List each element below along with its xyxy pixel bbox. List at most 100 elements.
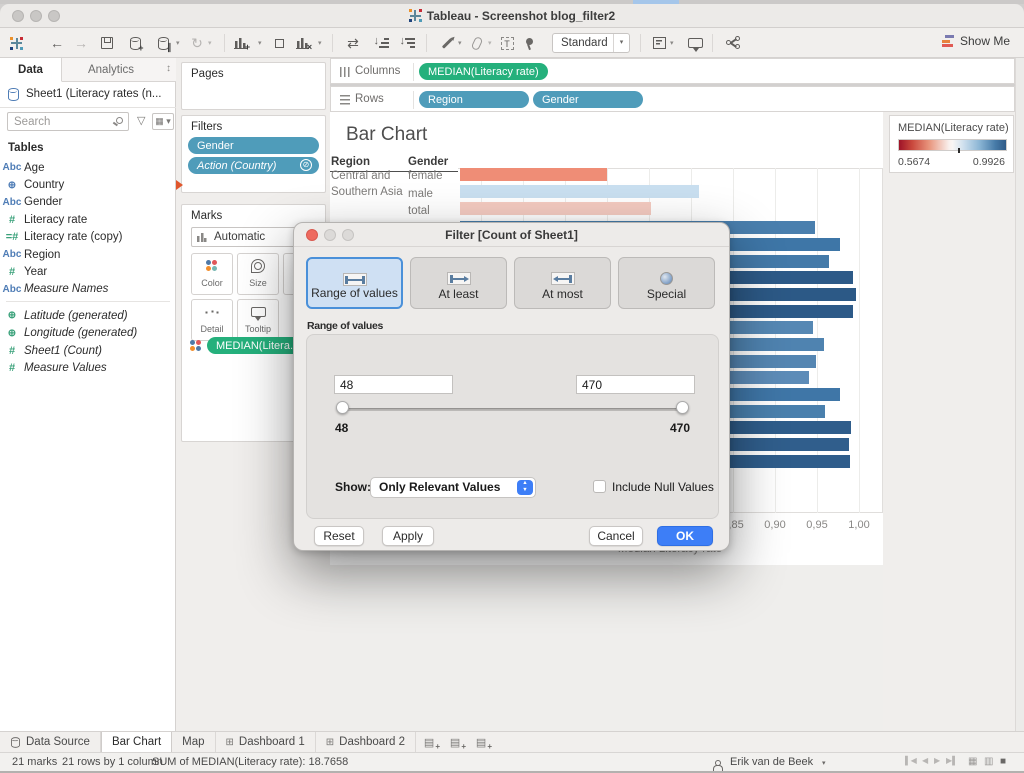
sort-descending-icon[interactable]: ↓	[396, 32, 418, 54]
region-column-header[interactable]: Region	[331, 156, 370, 168]
show-tabs-icon[interactable]: ▦	[968, 756, 977, 767]
refresh-icon[interactable]: ↻	[186, 32, 208, 54]
attachment-caret[interactable]: ▾	[488, 39, 492, 47]
pause-updates-icon[interactable]: ∥	[152, 32, 174, 54]
filter-tab-at-least[interactable]: At least	[410, 257, 507, 309]
show-mark-labels-icon[interactable]	[648, 32, 670, 54]
range-slider-max-handle[interactable]	[676, 401, 689, 414]
bar-mark-Central and Southern Asia-total[interactable]	[460, 202, 651, 215]
field-item[interactable]: #Sheet1 (Count)	[0, 342, 176, 359]
user-menu[interactable]: Erik van de Beek	[730, 756, 813, 768]
save-icon[interactable]	[96, 32, 118, 54]
field-item[interactable]: ⊕Latitude (generated)	[0, 307, 176, 324]
tab-analytics[interactable]: Analytics	[62, 58, 160, 82]
range-slider-min-handle[interactable]	[336, 401, 349, 414]
swap-rows-columns-icon[interactable]: ⇄	[342, 32, 364, 54]
gender-row-label[interactable]: male	[408, 188, 433, 200]
field-item[interactable]: AbcAge	[0, 159, 176, 176]
undo-icon[interactable]: ←	[46, 32, 68, 54]
ok-button[interactable]: OK	[657, 526, 713, 546]
field-item[interactable]: =#Literacy rate (copy)	[0, 229, 176, 246]
fit-selector[interactable]: Standard▾	[552, 33, 630, 53]
filter-pill[interactable]: Gender	[188, 137, 319, 154]
field-item[interactable]: ⊕Longitude (generated)	[0, 325, 176, 342]
detail-button[interactable]: Detail	[191, 299, 233, 341]
user-menu-caret[interactable]: ▾	[822, 759, 826, 767]
new-datasource-icon[interactable]: +	[124, 32, 146, 54]
field-item[interactable]: AbcMeasure Names	[0, 281, 176, 298]
gender-row-label[interactable]: total	[408, 205, 430, 217]
duplicate-sheet-icon[interactable]	[268, 32, 290, 54]
rows-pill[interactable]: Region	[419, 91, 529, 108]
field-item[interactable]: AbcRegion	[0, 246, 176, 263]
sheet-tab-dashboard-1[interactable]: ⊞Dashboard 1	[216, 732, 316, 752]
sort-ascending-icon[interactable]: ↓	[370, 32, 392, 54]
tableau-home-icon[interactable]	[8, 32, 30, 54]
clear-sheet-caret[interactable]: ▾	[318, 39, 322, 47]
tooltip-button[interactable]: Tooltip	[237, 299, 279, 341]
sheet-tab-map[interactable]: Map	[172, 732, 215, 752]
field-item[interactable]: AbcGender	[0, 194, 176, 211]
highlight-icon[interactable]	[436, 32, 458, 54]
new-worksheet-icon[interactable]: +	[232, 32, 254, 54]
format-attachment-icon[interactable]	[466, 32, 488, 54]
range-slider-track[interactable]	[342, 408, 683, 411]
range-max-input[interactable]	[576, 375, 695, 394]
filter-tab-special[interactable]: Special	[618, 257, 715, 309]
field-item[interactable]: #Year	[0, 263, 176, 280]
search-input[interactable]: Search	[7, 112, 129, 131]
tab-data[interactable]: Data	[0, 58, 62, 82]
pause-updates-caret[interactable]: ▾	[176, 39, 180, 47]
last-page-icon[interactable]: ▶▌	[946, 756, 958, 765]
redo-icon[interactable]: →	[70, 32, 92, 54]
size-button[interactable]: Size	[237, 253, 279, 295]
new-story-button[interactable]: ▤+	[468, 732, 494, 752]
vertical-scrollbar[interactable]	[1015, 58, 1024, 731]
bar-mark-Central and Southern Asia-female[interactable]	[460, 168, 607, 181]
columns-pill[interactable]: MEDIAN(Literacy rate)	[419, 63, 548, 80]
gender-row-label[interactable]: female	[408, 170, 443, 182]
filter-tab-range-of-values[interactable]: Range of values	[306, 257, 403, 309]
highlight-caret[interactable]: ▾	[458, 39, 462, 47]
sheet-tab-data-source[interactable]: Data Source	[0, 732, 101, 752]
range-min-input[interactable]	[334, 375, 453, 394]
include-null-checkbox[interactable]	[593, 480, 606, 493]
gender-column-header[interactable]: Gender	[408, 156, 448, 168]
new-worksheet-button[interactable]: ▤+	[416, 732, 442, 752]
show-values-dropdown[interactable]: Only Relevant Values▲▼	[370, 477, 536, 498]
show-sheet-icon[interactable]: ■	[1000, 756, 1006, 767]
show-me-button[interactable]: Show Me	[942, 34, 1010, 48]
mark-labels-caret[interactable]: ▾	[670, 39, 674, 47]
clear-sheet-icon[interactable]: ×	[294, 32, 316, 54]
show-captions-icon[interactable]: T	[496, 32, 518, 54]
field-item[interactable]: #Measure Values	[0, 359, 176, 376]
filter-pill[interactable]: Action (Country)⊘	[188, 157, 319, 174]
field-item[interactable]: ⊕Country	[0, 176, 176, 193]
apply-button[interactable]: Apply	[382, 526, 434, 546]
field-item[interactable]: #Literacy rate	[0, 211, 176, 228]
presentation-mode-icon[interactable]	[684, 32, 706, 54]
columns-shelf[interactable]: Columns MEDIAN(Literacy rate)	[330, 58, 1015, 84]
cancel-button[interactable]: Cancel	[589, 526, 643, 546]
sheet-tab-bar-chart[interactable]: Bar Chart	[101, 732, 172, 752]
pane-collapse-icon[interactable]: ↕	[166, 63, 171, 74]
new-worksheet-caret[interactable]: ▾	[258, 39, 262, 47]
reset-button[interactable]: Reset	[314, 526, 364, 546]
prev-page-icon[interactable]: ◀	[922, 756, 928, 765]
first-page-icon[interactable]: ▌◀	[905, 756, 917, 765]
next-page-icon[interactable]: ▶	[934, 756, 940, 765]
filter-tab-at-most[interactable]: At most	[514, 257, 611, 309]
datasource-item[interactable]: Sheet1 (Literacy rates (n...	[0, 83, 176, 108]
sheet-tab-dashboard-2[interactable]: ⊞Dashboard 2	[316, 732, 416, 752]
new-dashboard-button[interactable]: ▤+	[442, 732, 468, 752]
share-icon[interactable]	[722, 32, 744, 54]
fix-axes-pin-icon[interactable]	[518, 32, 540, 54]
rows-pill[interactable]: Gender	[533, 91, 643, 108]
rows-shelf[interactable]: Rows RegionGender	[330, 86, 1015, 112]
fit-selector-caret[interactable]: ▾	[613, 34, 629, 52]
filter-fields-icon[interactable]: ▽	[137, 114, 145, 127]
color-legend-card[interactable]: MEDIAN(Literacy rate) 0.5674 0.9926	[889, 115, 1014, 173]
show-filmstrip-icon[interactable]: ▥	[984, 756, 993, 767]
refresh-caret[interactable]: ▾	[208, 39, 212, 47]
bar-mark-Central and Southern Asia-male[interactable]	[460, 185, 699, 198]
